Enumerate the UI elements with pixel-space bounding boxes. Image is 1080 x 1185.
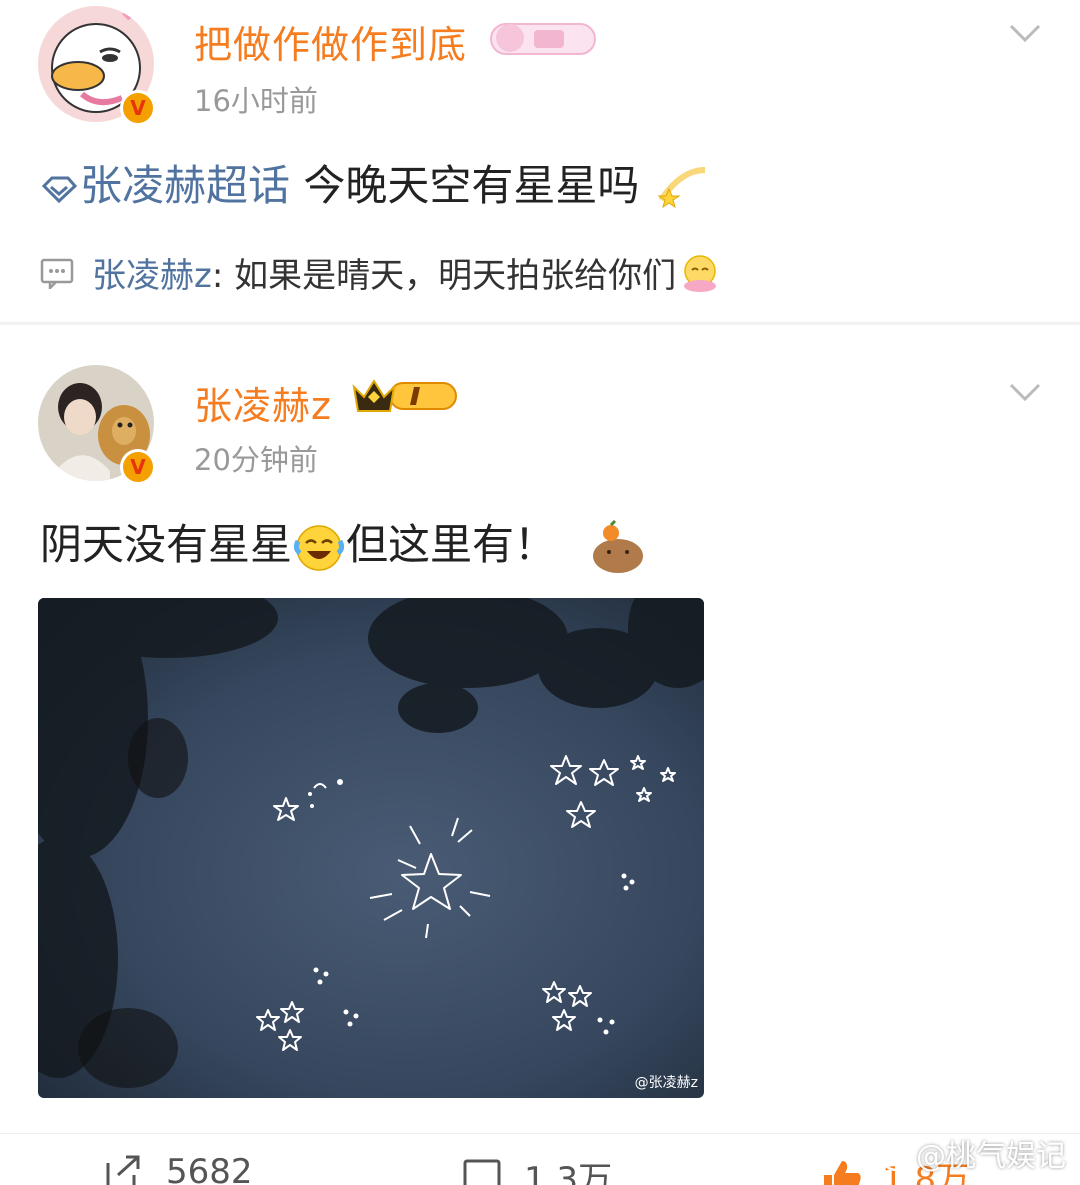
blush-emoji-icon [684,254,717,292]
username[interactable]: 把做作做作到底 [194,14,467,69]
repost-icon [106,1155,140,1185]
comment-icon [40,258,74,289]
comment-icon [463,1159,501,1185]
verified-badge-icon: V [120,90,156,126]
comment-count: 1.3万 [524,1160,613,1185]
post-text: 阴天没有星星 [40,520,293,569]
post-text: 今晚天空有星星吗 [290,161,640,210]
laugh-cry-emoji-icon [293,524,345,571]
comment-author[interactable]: 张凌赫z [92,248,212,297]
avatar[interactable]: V [38,365,156,485]
verified-badge-icon: V [120,449,156,485]
watermark-text: @桃气娱记 [916,1139,1066,1174]
comment-preview[interactable]: 张凌赫z: 如果是晴天，明天拍张给你们 [40,248,720,297]
avatar[interactable]: V [38,6,156,126]
chevron-down-icon[interactable] [1008,16,1042,50]
repost-count: 5682 [166,1152,253,1185]
chevron-down-icon[interactable] [1008,375,1042,409]
capybara-emoji-icon [593,519,644,573]
comment-button[interactable]: 1.3万 [462,1152,612,1185]
crown-vip-badge-icon [352,379,457,412]
weibo-logo-icon [882,1146,916,1171]
repost-button[interactable]: 5682 [104,1152,253,1185]
post-content: 阴天没有星星 但这里有！ [40,511,649,576]
post-content: 张凌赫超话 今晚天空有星星吗 [40,152,711,218]
username[interactable]: 张凌赫z [194,375,332,430]
thumbs-up-icon [824,1160,861,1185]
image-watermark: @张凌赫z [634,1075,698,1091]
post-card: V 把做作做作到底 16小时前 张凌赫超话 今晚天空有星星吗 张凌赫z: 如果是… [0,0,1080,322]
shooting-star-emoji-icon [657,166,705,208]
fan-level-badge-icon [490,23,596,55]
post-time: 20分钟前 [194,443,318,477]
post-time: 16小时前 [194,84,318,118]
supertopic-icon[interactable] [40,174,78,204]
post-text-2: 但这里有！ [346,520,557,569]
comment-text: : 如果是晴天，明天拍张给你们 [211,256,677,296]
supertopic-link[interactable]: 张凌赫超话 [80,161,290,210]
post-image[interactable]: @张凌赫z [38,598,704,1098]
source-watermark: @桃气娱记 [882,1131,1066,1175]
post-card: V 张凌赫z 20分钟前 阴天没有星星 但这里有！ @张凌赫z 5682 1.3… [0,325,1080,1185]
